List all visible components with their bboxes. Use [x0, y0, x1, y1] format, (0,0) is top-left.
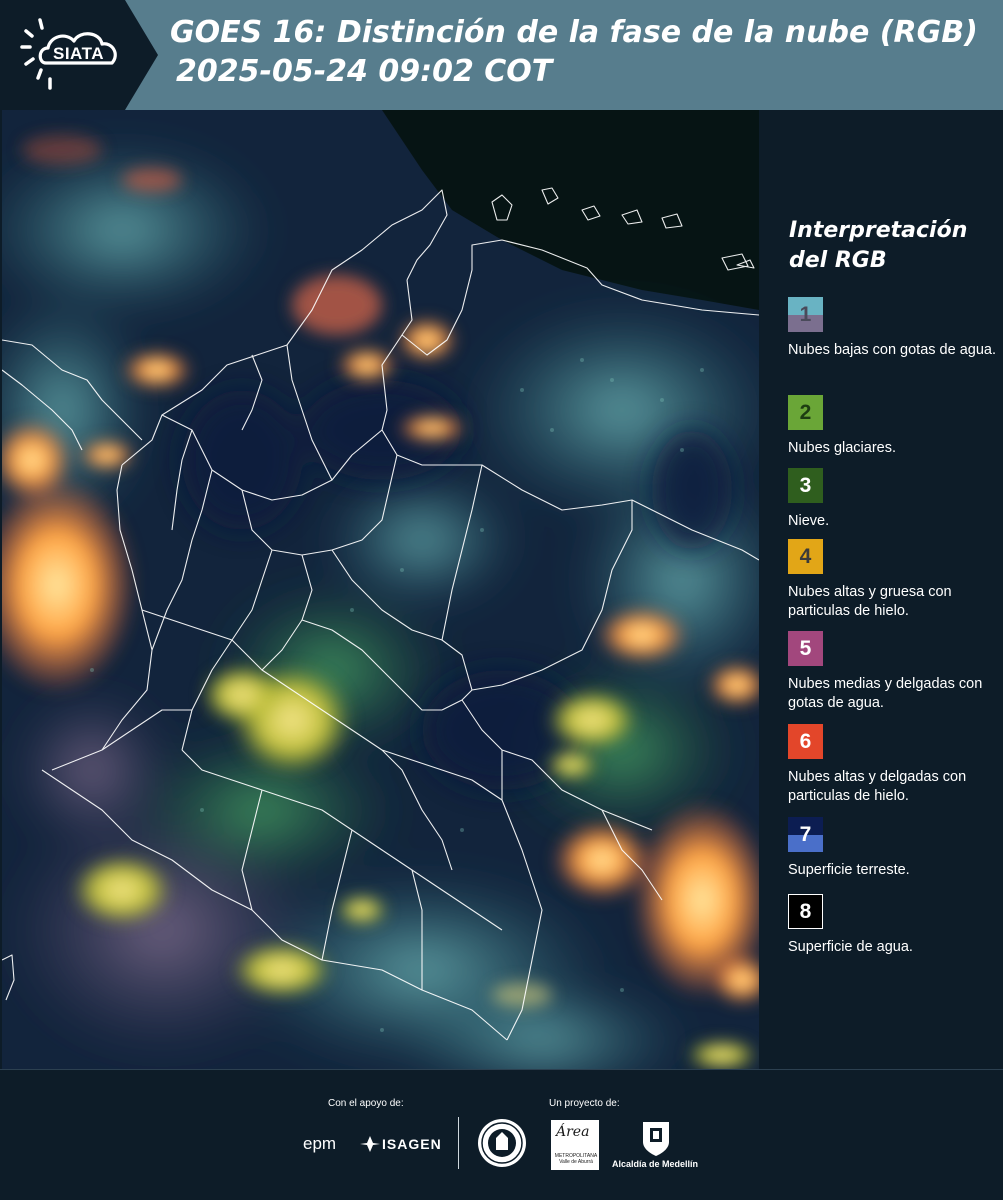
legend-label-5: Nubes medias y delgadas con gotas de agu… — [788, 676, 983, 711]
page-title: GOES 16: Distinción de la fase de la nub… — [170, 15, 978, 50]
legend-number-5: 5 — [799, 636, 812, 660]
legend-swatch-3: 3 — [788, 468, 823, 503]
epm-logo[interactable]: epm — [303, 1134, 336, 1154]
legend-item-5: 5 Nubes medias y delgadas con gotas de a… — [788, 631, 1000, 713]
legend-number-3: 3 — [799, 473, 812, 497]
support-label: Con el apoyo de: — [328, 1098, 404, 1109]
legend-number-7: 7 — [799, 822, 812, 846]
legend-item-7: 7 Superficie terreste. — [788, 817, 1000, 880]
area-metropolitana-text: METROPOLITANA Valle de Aburrá — [554, 1153, 598, 1165]
alcaldia-label: Alcaldía de Medellín — [612, 1159, 699, 1169]
legend-label-6: Nubes altas y delgadas con particulas de… — [788, 769, 967, 804]
legend-number-4: 4 — [799, 544, 812, 568]
siata-logo[interactable]: SIATA — [0, 0, 158, 110]
legend-number-6: 6 — [799, 729, 812, 753]
legend-number-2: 2 — [799, 400, 812, 424]
footer-divider — [458, 1117, 459, 1169]
legend-title-line2: del RGB — [789, 248, 887, 273]
legend-item-4: 4 Nubes altas y gruesa con particulas de… — [788, 539, 1000, 621]
satellite-map[interactable] — [2, 110, 759, 1069]
footer: Con el apoyo de: Un proyecto de: epm ISA… — [0, 1069, 1003, 1200]
legend-swatch-1: 1 — [788, 297, 823, 332]
area-metropolitana-script: Área — [556, 1124, 590, 1140]
legend-title-line1: Interpretación — [789, 218, 968, 243]
rgb-composite-image — [2, 110, 759, 1069]
legend-swatch-2: 2 — [788, 395, 823, 430]
legend-item-2: 2 Nubes glaciares. — [788, 395, 1000, 458]
university-seal-icon[interactable] — [477, 1118, 527, 1168]
legend-panel: Interpretación del RGB 1 Nubes bajas con… — [762, 110, 1003, 1069]
legend-item-1: 1 Nubes bajas con gotas de agua. — [788, 297, 1000, 360]
legend-swatch-7: 7 — [788, 817, 823, 852]
legend-label-2: Nubes glaciares. — [788, 440, 896, 456]
legend-item-8: 8 Superficie de agua. — [788, 894, 1000, 957]
legend-swatch-5: 5 — [788, 631, 823, 666]
project-label: Un proyecto de: — [549, 1098, 620, 1109]
legend-label-3: Nieve. — [788, 513, 830, 529]
legend-label-7: Superficie terreste. — [788, 862, 910, 878]
legend-swatch-6: 6 — [788, 724, 823, 759]
isagen-logo[interactable]: ISAGEN — [382, 1136, 442, 1152]
alcaldia-shield-icon[interactable] — [641, 1120, 671, 1158]
isagen-logo-icon — [360, 1136, 380, 1152]
legend-swatch-8: 8 — [788, 894, 823, 929]
legend-title: Interpretación del RGB — [789, 216, 967, 276]
legend-label-1: Nubes bajas con gotas de agua. — [788, 342, 996, 358]
legend-label-8: Superficie de agua. — [788, 939, 913, 955]
timestamp: 2025-05-24 09:02 COT — [176, 54, 553, 89]
legend-item-6: 6 Nubes altas y delgadas con particulas … — [788, 724, 1000, 806]
legend-number-8: 8 — [799, 899, 812, 923]
legend-number-1: 1 — [799, 302, 812, 326]
siata-logo-text: SIATA — [53, 44, 104, 63]
legend-label-4: Nubes altas y gruesa con particulas de h… — [788, 584, 952, 619]
header-bar: SIATA GOES 16: Distinción de la fase de … — [0, 0, 1003, 110]
legend-item-3: 3 Nieve. — [788, 468, 1000, 531]
legend-swatch-4: 4 — [788, 539, 823, 574]
